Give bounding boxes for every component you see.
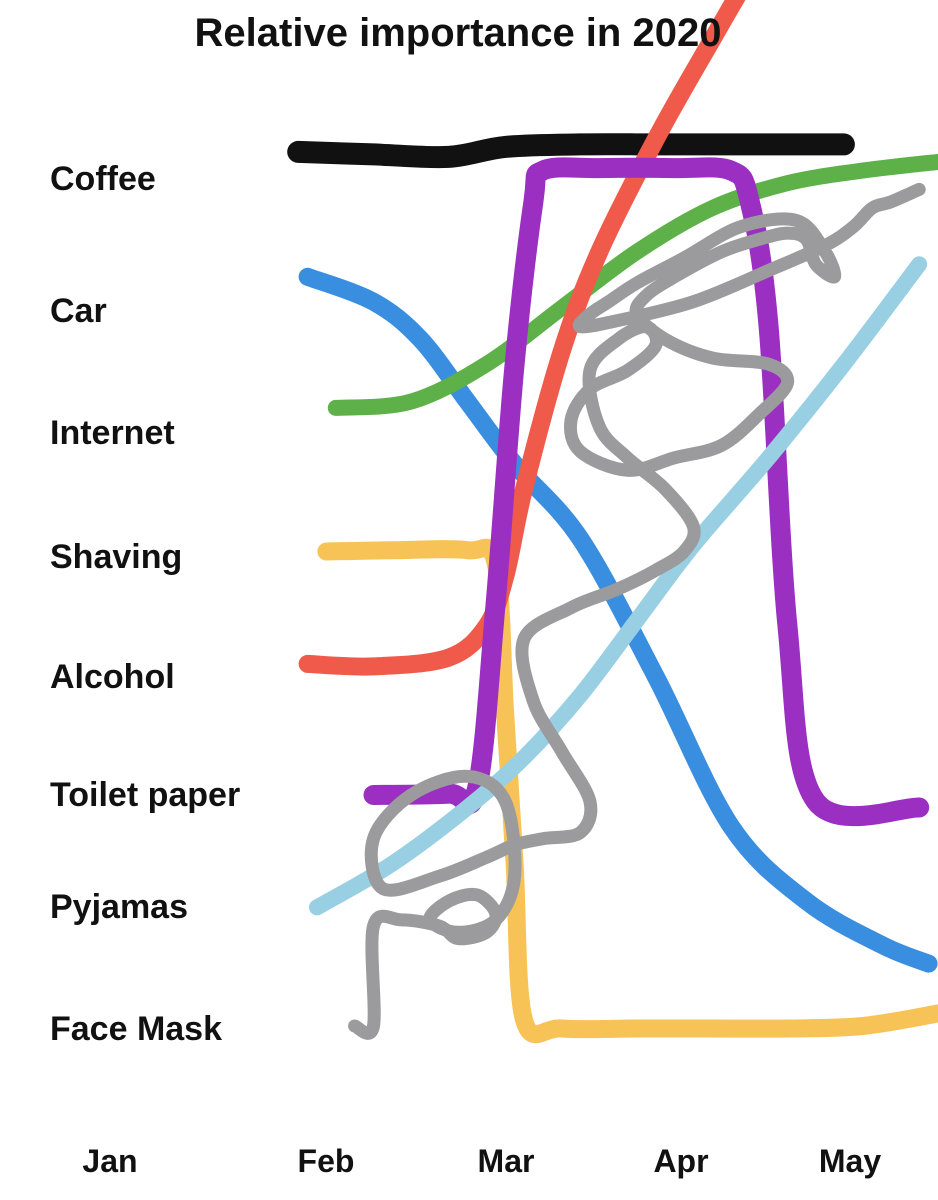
chart: Relative importance in 2020 Coffee Car Int… [0, 0, 938, 1200]
x-tick-label: May [819, 1143, 881, 1179]
category-label: Face Mask [50, 1010, 222, 1048]
category-label: Car [50, 292, 107, 330]
category-label: Shaving [50, 538, 182, 576]
category-label: Alcohol [50, 658, 175, 696]
category-label: Toilet paper [50, 776, 240, 814]
chart-title: Relative importance in 2020 [195, 11, 722, 55]
x-tick-label: Feb [298, 1143, 355, 1179]
category-label: Pyjamas [50, 888, 188, 926]
series-line-1 [287, 133, 855, 169]
x-tick-label: Jan [82, 1143, 137, 1179]
category-label: Internet [50, 414, 175, 452]
line-chart-svg: Relative importance in 2020 Coffee Car Int… [0, 0, 938, 1200]
x-tick-label: Apr [653, 1143, 708, 1179]
category-label: Coffee [50, 160, 156, 198]
x-tick-label: Mar [478, 1143, 535, 1179]
